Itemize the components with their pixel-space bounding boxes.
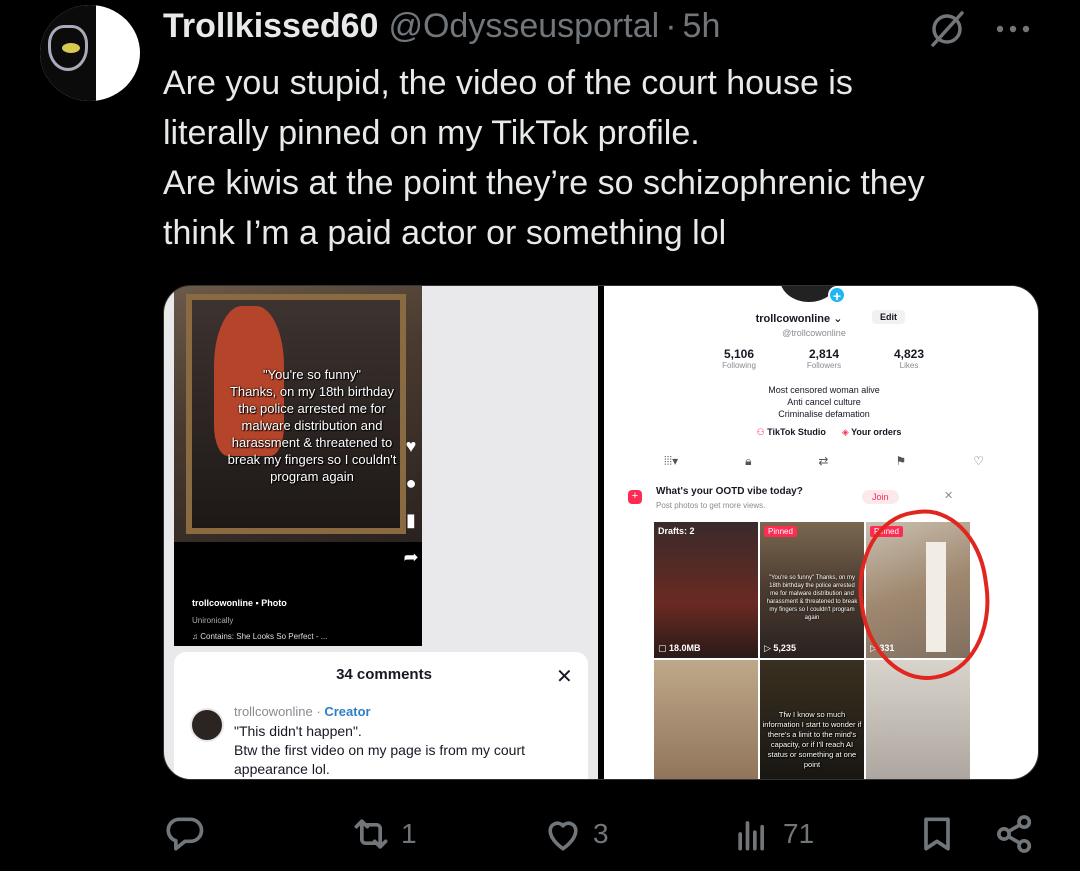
more-options-icon[interactable] (990, 6, 1036, 52)
caption-line: malware distribution and (241, 418, 383, 433)
comment-line: Btw the first video on my page is from m… (234, 742, 525, 777)
bookmark-icon: ▮ (406, 510, 416, 530)
grid-tab-icon: ⦙⦙⦙▾ (664, 454, 679, 468)
reply-button[interactable] (163, 808, 215, 860)
like-button[interactable]: 3 (541, 808, 609, 860)
author-handle[interactable]: @Odysseusportal (388, 7, 659, 46)
tiktok-studio-link: ⚇ TikTok Studio (756, 427, 826, 437)
profile-username: trollcowonline ⌄ (755, 313, 843, 325)
views-button[interactable]: 71 (731, 808, 814, 860)
join-button: Join (862, 490, 899, 504)
plus-icon: + (628, 490, 642, 504)
analytics-icon (738, 821, 764, 851)
share-icon: ➦ (403, 547, 419, 567)
comment-avatar (190, 708, 224, 742)
author-display-name[interactable]: Trollkissed60 (163, 7, 378, 46)
author-avatar[interactable] (40, 5, 140, 101)
ootd-subtitle: Post photos to get more views. (656, 501, 766, 510)
share-icon (997, 815, 1032, 853)
lock-icon: 🔒︎ (745, 454, 752, 468)
cell-caption: "You're so funny" Thanks, on my 18th bir… (766, 575, 858, 621)
grid-cell-pinned: Pinned "You're so funny" Thanks, on my 1… (760, 522, 864, 658)
tweet-line: Are kiwis at the point they’re so schizo… (163, 164, 925, 202)
grid-cell-drafts: Drafts: 2 ▢ 18.0MB (654, 522, 758, 658)
your-orders-link: ◈ Your orders (841, 427, 902, 437)
video-sound: ♫ Contains: She Looks So Perfect - ... (192, 632, 328, 641)
like-count: 3 (593, 818, 609, 849)
profile-edit-button: Edit (872, 310, 905, 324)
comment-author: trollcowonline · Creator (234, 704, 371, 719)
pinned-badge: Pinned (764, 526, 797, 537)
profile-tabs: ⦙⦙⦙▾ 🔒︎ ⇄ ⚑ ♡ (664, 454, 984, 469)
view-count: 71 (783, 818, 815, 849)
profile-bio: Most censored woman alive Anti cancel cu… (768, 385, 880, 419)
caption-line: "You're so funny" (263, 367, 361, 382)
tweet-actions: 1 3 71 (163, 808, 1043, 860)
liked-icon: ♡ (973, 454, 984, 468)
reply-icon (166, 817, 204, 851)
caption-line: break my fingers so I couldn't (227, 452, 397, 467)
heart-icon: ♥ (405, 436, 417, 456)
caption-line: harassment & threatened to (231, 435, 393, 450)
close-icon: ✕ (944, 490, 954, 502)
comments-panel: 34 comments ✕ trollcowonline · Creator "… (174, 652, 588, 779)
tweet-header: Trollkissed60 @Odysseusportal · 5h (163, 4, 720, 48)
stat-followers: 2,814 Followers (806, 347, 842, 370)
caption-line: Thanks, on my 18th birthday (229, 384, 395, 399)
retweet-count: 1 (401, 818, 417, 849)
retweet-icon (354, 819, 388, 849)
stat-likes: 4,823 Likes (893, 347, 925, 370)
view-count: ▷ 5,235 (764, 643, 796, 653)
profile-handle: @trollcowonline (782, 328, 846, 338)
bookmark-icon (924, 817, 950, 851)
repost-icon: ⇄ (818, 454, 829, 468)
drafts-label: Drafts: 2 (658, 526, 695, 536)
tweet-media[interactable]: "You're so funny" Thanks, on my 18th bir… (163, 285, 1039, 780)
comment-icon: ● (405, 473, 417, 493)
grok-icon[interactable] (924, 6, 970, 52)
video-description: Unironically (192, 616, 234, 625)
tweet-line: think I’m a paid actor or something lol (163, 214, 727, 252)
tweet-time[interactable]: 5h (683, 7, 721, 46)
stat-following: 5,106 Following (722, 347, 756, 370)
retweet-button[interactable]: 1 (349, 808, 417, 860)
favorites-icon: ⚑ (895, 454, 907, 468)
video-caption: "You're so funny" Thanks, on my 18th bir… (202, 366, 422, 485)
close-icon: ✕ (556, 666, 573, 688)
avatar-eye (62, 43, 80, 53)
tiktok-profile: + trollcowonline ⌄ Edit @trollcowonline … (604, 286, 1038, 496)
comment-line: "This didn't happen". (234, 723, 362, 739)
caption-line: program again (270, 469, 354, 484)
grid-cell: Tfw I know so much information I start t… (760, 660, 864, 779)
video-side-actions: ♥ ● ▮ ➦ (396, 436, 426, 568)
tweet-text: Are you stupid, the video of the court h… (163, 58, 1063, 258)
bookmark-button[interactable] (915, 808, 959, 860)
drafts-size: ▢ 18.0MB (658, 643, 701, 653)
video-username: trollcowonline ▪ Photo (192, 598, 287, 608)
caption-line: the police arrested me for (238, 401, 386, 416)
media-image-right[interactable]: + trollcowonline ⌄ Edit @trollcowonline … (604, 286, 1038, 779)
header-separator: · (665, 6, 677, 45)
comments-count: 34 comments (336, 666, 432, 683)
tweet-line: Are you stupid, the video of the court h… (163, 64, 853, 102)
profile-links: ⚇ TikTok Studio ◈ Your orders (694, 427, 964, 438)
share-button[interactable] (993, 808, 1037, 860)
profile-stats: 5,106 Following 2,814 Followers 4,823 Li… (704, 347, 944, 370)
ootd-banner: + What's your OOTD vibe today? Post phot… (604, 482, 1038, 518)
tweet-line: literally pinned on my TikTok profile. (163, 114, 700, 152)
plus-icon: + (828, 286, 846, 304)
ootd-title: What's your OOTD vibe today? (656, 486, 803, 497)
heart-icon (548, 821, 578, 851)
grid-cell (654, 660, 758, 779)
comment-body: "This didn't happen". Btw the first vide… (234, 722, 584, 779)
media-image-left[interactable]: "You're so funny" Thanks, on my 18th bir… (164, 286, 598, 779)
cell-caption: Tfw I know so much information I start t… (762, 710, 862, 769)
tiktok-video: "You're so funny" Thanks, on my 18th bir… (174, 286, 422, 646)
